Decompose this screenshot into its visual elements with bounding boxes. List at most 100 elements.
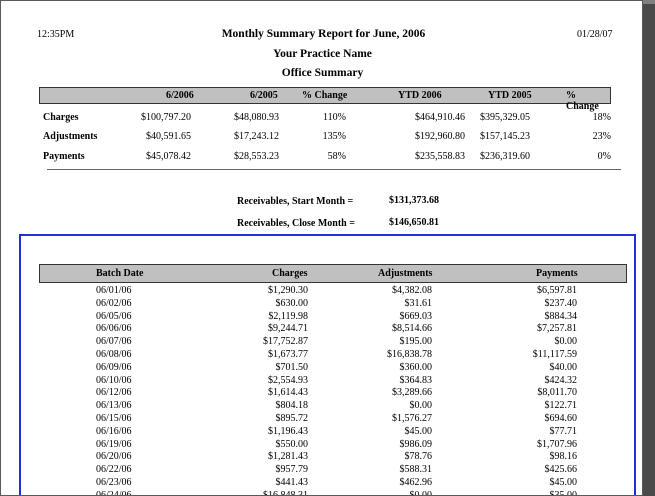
summary-row-label: Adjustments bbox=[43, 131, 98, 142]
batch-cell: $424.32 bbox=[544, 374, 578, 386]
summary-divider bbox=[47, 169, 621, 170]
batch-row: 06/23/06 $441.43 $462.96 $45.00 bbox=[1, 476, 642, 490]
batch-cell: $8,011.70 bbox=[537, 387, 577, 399]
batch-cell: $16,838.78 bbox=[387, 348, 432, 360]
batch-cell: $45.00 bbox=[549, 476, 578, 488]
batch-cell: $1,281.43 bbox=[268, 451, 308, 463]
batch-row: 06/09/06 $701.50 $360.00 $40.00 bbox=[1, 361, 642, 375]
batch-row: 06/13/06 $804.18 $0.00 $122.71 bbox=[1, 400, 642, 413]
batch-cell: $360.00 bbox=[399, 361, 433, 373]
batch-row: 06/22/06 $957.79 $588.31 $425.66 bbox=[1, 464, 642, 477]
summary-col-header: YTD 2005 bbox=[488, 90, 532, 101]
batch-cell: $884.34 bbox=[544, 310, 578, 322]
batch-cell: 06/22/06 bbox=[96, 464, 132, 476]
batch-cell: 06/02/06 bbox=[96, 297, 132, 309]
batch-cell: $425.66 bbox=[544, 464, 578, 476]
batch-col-header: Charges bbox=[272, 268, 308, 279]
batch-cell: $630.00 bbox=[275, 297, 309, 309]
batch-cell: $2,119.98 bbox=[268, 310, 308, 322]
batch-col-header: Adjustments bbox=[378, 268, 433, 279]
batch-cell: $3,289.66 bbox=[392, 387, 432, 399]
batch-cell: $11,117.59 bbox=[532, 348, 577, 360]
batch-cell: $441.43 bbox=[275, 476, 309, 488]
batch-cell: $40.00 bbox=[549, 361, 578, 373]
summary-col-header: % Change bbox=[302, 90, 348, 101]
summary-row-label: Charges bbox=[43, 112, 79, 123]
batch-cell: $364.83 bbox=[399, 374, 433, 386]
summary-cell: $45,078.42 bbox=[146, 151, 191, 162]
batch-cell: 06/20/06 bbox=[96, 451, 132, 463]
batch-row: 06/02/06 $630.00 $31.61 $237.40 bbox=[1, 297, 642, 311]
batch-cell: $462.96 bbox=[399, 476, 433, 488]
batch-cell: 06/16/06 bbox=[96, 425, 132, 437]
batch-row: 06/24/06 $16,848.31 $0.00 $35.00 bbox=[1, 489, 642, 496]
report-page: 12:35PM 01/28/07 Monthly Summary Report … bbox=[0, 0, 643, 496]
batch-cell: $1,576.27 bbox=[392, 412, 432, 424]
batch-cell: $35.00 bbox=[549, 489, 578, 496]
batch-cell: 06/01/06 bbox=[96, 285, 132, 296]
batch-cell: $1,673.77 bbox=[268, 348, 308, 360]
batch-cell: $669.03 bbox=[399, 310, 433, 322]
summary-row: Charges $100,797.20 $48,080.93 110% $464,910… bbox=[1, 112, 642, 126]
summary-col-header: 6/2005 bbox=[250, 90, 278, 101]
batch-cell: 06/08/06 bbox=[96, 348, 132, 360]
summary-cell: 135% bbox=[322, 131, 346, 142]
batch-cell: $1,196.43 bbox=[268, 425, 308, 437]
summary-col-header: % Change bbox=[566, 90, 599, 112]
batch-cell: $16,848.31 bbox=[263, 489, 308, 496]
batch-row: 06/19/06 $550.00 $986.09 $1,707.96 bbox=[1, 438, 642, 452]
summary-cell: $157,145.23 bbox=[480, 131, 530, 142]
summary-cell: $17,243.12 bbox=[234, 131, 279, 142]
summary-cell: $40,591.65 bbox=[146, 131, 191, 142]
batch-cell: $0.00 bbox=[409, 400, 433, 412]
batch-cell: $694.60 bbox=[544, 412, 578, 424]
batch-cell: 06/24/06 bbox=[96, 489, 132, 496]
batch-row: 06/07/06 $17,752.87 $195.00 $0.00 bbox=[1, 336, 642, 349]
batch-row: 06/01/06 $1,290.30 $4,382.08 $6,597.81 bbox=[1, 285, 642, 298]
receivables-start-value: $131,373.68 bbox=[389, 195, 439, 206]
batch-row: 06/16/06 $1,196.43 $45.00 $77.71 bbox=[1, 425, 642, 439]
batch-cell: $9,244.71 bbox=[268, 323, 308, 335]
summary-cell: 18% bbox=[592, 112, 611, 123]
report-subtitle: Office Summary bbox=[281, 67, 364, 79]
summary-cell: 0% bbox=[597, 151, 611, 162]
batch-cell: $701.50 bbox=[275, 361, 309, 373]
batch-cell: $78.76 bbox=[404, 451, 433, 463]
batch-cell: 06/23/06 bbox=[96, 476, 132, 488]
summary-header: 6/2006 6/2005 % Change YTD 2006 YTD 2005… bbox=[39, 87, 611, 112]
summary-cell: $464,910.46 bbox=[415, 112, 465, 123]
batch-cell: $45.00 bbox=[404, 425, 433, 437]
batch-cell: $6,597.81 bbox=[537, 285, 577, 296]
summary-cell: $235,558.83 bbox=[415, 151, 465, 162]
batch-cell: $895.72 bbox=[275, 412, 309, 424]
batch-cell: $0.00 bbox=[554, 336, 578, 348]
batch-cell: 06/12/06 bbox=[96, 387, 132, 399]
summary-row-label: Payments bbox=[43, 151, 85, 162]
batch-cell: $804.18 bbox=[275, 400, 309, 412]
batch-cell: 06/19/06 bbox=[96, 438, 132, 450]
report-title: Monthly Summary Report for June, 2006 bbox=[221, 28, 426, 40]
summary-cell: $236,319.60 bbox=[480, 151, 530, 162]
summary-cell: $48,080.93 bbox=[234, 112, 279, 123]
batch-cell: $2,554.93 bbox=[268, 374, 308, 386]
batch-col-header: Batch Date bbox=[96, 268, 144, 279]
batch-cell: $1,290.30 bbox=[268, 285, 308, 296]
batch-cell: $0.00 bbox=[409, 489, 433, 496]
receivables-close-label: Receivables, Close Month = bbox=[237, 218, 355, 229]
batch-cell: $1,614.43 bbox=[268, 387, 308, 399]
batch-cell: $7,257.81 bbox=[537, 323, 577, 335]
batch-cell: 06/10/06 bbox=[96, 374, 132, 386]
batch-row: 06/08/06 $1,673.77 $16,838.78 $11,117.59 bbox=[1, 348, 642, 362]
batch-row: 06/06/06 $9,244.71 $8,514.66 $7,257.81 bbox=[1, 323, 642, 336]
batch-row: 06/20/06 $1,281.43 $78.76 $98.16 bbox=[1, 451, 642, 464]
summary-cell: 23% bbox=[592, 131, 611, 142]
summary-cell: 58% bbox=[327, 151, 346, 162]
batch-cell: $8,514.66 bbox=[392, 323, 432, 335]
summary-row: Payments $45,078.42 $28,553.23 58% $235,558.… bbox=[1, 151, 642, 165]
batch-cell: $122.71 bbox=[544, 400, 578, 412]
batch-cell: 06/05/06 bbox=[96, 310, 132, 322]
batch-cell: $17,752.87 bbox=[263, 336, 308, 348]
batch-cell: $986.09 bbox=[399, 438, 433, 450]
summary-col-header: YTD 2006 bbox=[398, 90, 442, 101]
batch-cell: $550.00 bbox=[275, 438, 309, 450]
